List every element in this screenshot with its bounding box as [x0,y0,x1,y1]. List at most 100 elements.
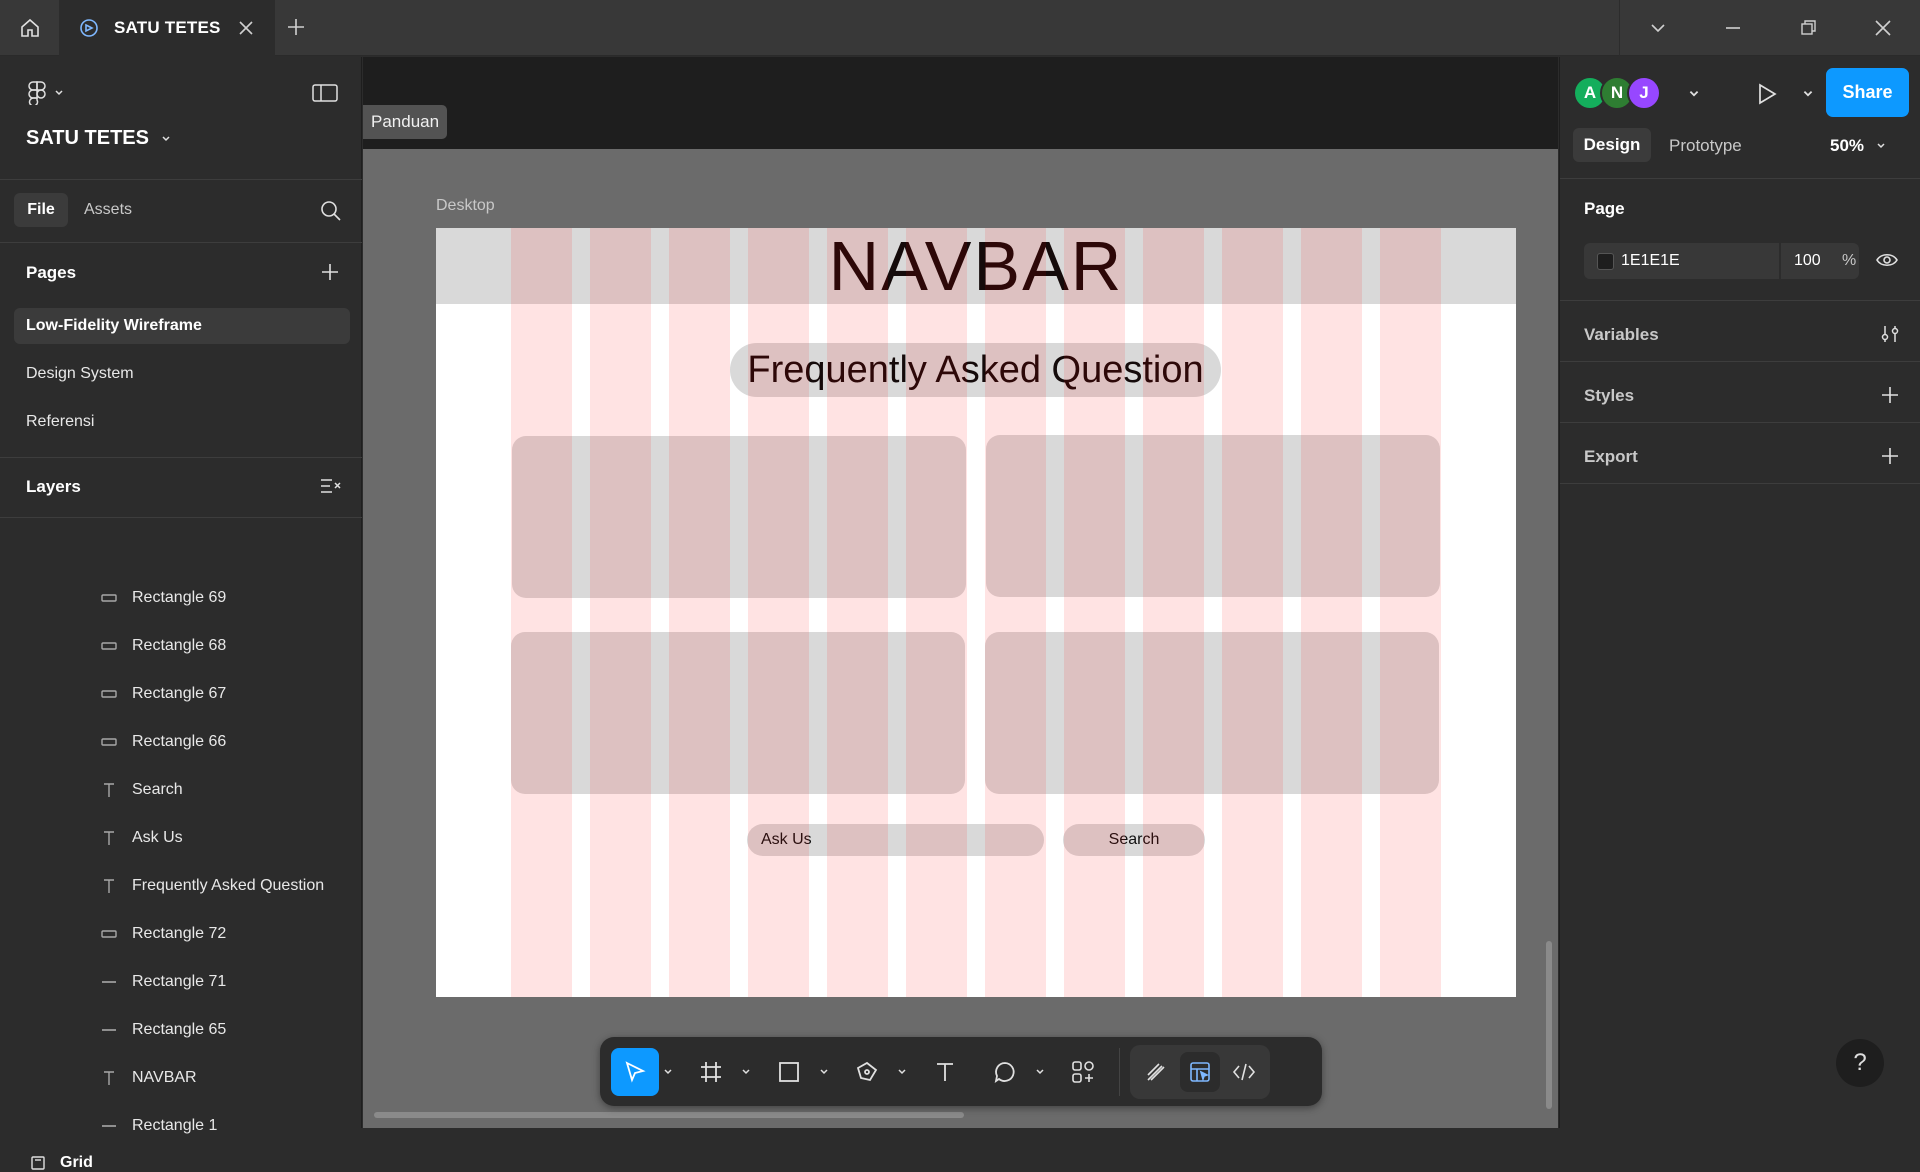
tab-assets[interactable]: Assets [84,201,132,219]
actions-tool-button[interactable] [1057,1048,1109,1096]
layer-item[interactable]: Rectangle 68 [100,628,226,664]
variables-button[interactable] [1880,324,1900,344]
zoom-menu[interactable]: 50% [1830,136,1886,156]
layer-item[interactable]: NAVBAR [100,1060,197,1096]
layer-item[interactable]: Rectangle 66 [100,724,226,760]
layer-frame-grid[interactable]: Grid [30,1154,93,1172]
file-name-menu[interactable]: SATU TETES [26,127,171,150]
share-button[interactable]: Share [1826,68,1909,117]
text-icon [933,1060,957,1084]
right-panel: A N J Share Design Prototype 50% Page 1E… [1559,57,1920,1128]
move-tool-button[interactable] [611,1047,659,1096]
divider [0,242,362,243]
rectangle-tool-button[interactable] [763,1048,815,1096]
navbar-text[interactable]: NAVBAR [436,228,1516,305]
horizontal-scrollbar[interactable] [374,1112,964,1118]
chevron-down-icon [897,1067,907,1077]
present-button[interactable] [1756,82,1778,106]
avatar[interactable]: J [1627,76,1661,110]
help-button[interactable]: ? [1836,1039,1884,1087]
collaborators-menu[interactable] [1688,88,1700,100]
restore-button[interactable] [1770,0,1845,56]
collapse-layers-button[interactable] [320,477,342,495]
toggle-visibility-button[interactable] [1876,252,1898,268]
mode-switcher [1130,1044,1270,1099]
chevron-down-icon [663,1067,673,1077]
page-color-hex[interactable]: 1E1E1E [1621,252,1680,270]
faq-card[interactable] [512,436,966,598]
present-options-menu[interactable] [1802,88,1814,100]
close-tab-icon[interactable] [237,19,255,37]
draw-mode-button[interactable] [1136,1052,1176,1092]
search-label: Search [1108,831,1160,848]
page-opacity-value[interactable]: 100 [1794,252,1821,270]
percent-label: % [1842,252,1857,269]
faq-title[interactable]: Frequently Asked Question [730,343,1221,397]
tab-prototype[interactable]: Prototype [1669,136,1742,156]
faq-card[interactable] [511,632,965,794]
panduan-frame-label[interactable]: Panduan [363,105,448,139]
page-item-referensi[interactable]: Referensi [14,404,350,440]
rectangle-icon [777,1060,801,1084]
layer-item[interactable]: Ask Us [100,820,183,856]
chevron-down-icon [1649,19,1667,37]
layer-item[interactable]: Rectangle 65 [100,1012,226,1048]
main-menu-button[interactable] [26,81,64,105]
page-background-fill[interactable]: 1E1E1E 100 % [1584,243,1859,279]
page-section-title: Page [1584,199,1625,218]
close-window-button[interactable] [1845,0,1920,56]
add-style-button[interactable] [1880,385,1900,405]
layer-item[interactable]: Search [100,772,183,808]
design-mode-button[interactable] [1180,1051,1220,1092]
ask-us-field[interactable]: Ask Us [747,824,1044,856]
page-item-low-fidelity-wireframe[interactable]: Low-Fidelity Wireframe [14,308,350,344]
tabs-dropdown-button[interactable] [1620,0,1695,56]
pen-tool-menu[interactable] [893,1048,911,1096]
page-item-design-system[interactable]: Design System [14,356,350,392]
new-tab-button[interactable] [285,16,307,38]
tab-design[interactable]: Design [1573,128,1651,162]
frame-label[interactable]: Desktop [436,197,495,215]
desktop-frame[interactable]: NAVBAR Frequently Asked Question Ask Us … [436,228,1516,997]
chevron-down-icon [161,134,171,144]
layer-item[interactable]: Frequently Asked Question [100,868,324,904]
faq-card[interactable] [985,632,1439,794]
canvas[interactable]: Panduan Desktop NAVBAR Frequently Asked … [363,57,1558,1128]
minimize-button[interactable] [1695,0,1770,56]
faq-card[interactable] [986,435,1440,597]
layer-item[interactable]: Rectangle 69 [100,580,226,616]
document-tab[interactable]: SATU TETES [60,0,275,56]
layer-item[interactable]: Rectangle 71 [100,964,226,1000]
comment-tool-button[interactable] [979,1048,1031,1096]
home-button[interactable] [0,0,60,56]
search-layers-button[interactable] [320,200,342,222]
cursor-icon [623,1060,647,1084]
line-icon [100,1025,118,1035]
layer-label: Rectangle 71 [132,973,227,990]
vertical-scrollbar[interactable] [1546,941,1552,1109]
comment-tool-menu[interactable] [1031,1048,1049,1096]
add-export-button[interactable] [1880,446,1900,466]
layer-label: Rectangle 69 [132,589,227,606]
shape-tool-menu[interactable] [815,1048,833,1096]
tab-file[interactable]: File [14,193,68,227]
text-icon [100,878,118,894]
layer-item[interactable]: Rectangle 67 [100,676,226,712]
variables-section-title[interactable]: Variables [1584,325,1659,345]
pen-tool-button[interactable] [841,1048,893,1096]
toggle-sidebar-button[interactable] [312,83,338,103]
divider [1560,361,1920,362]
layer-item[interactable]: Rectangle 72 [100,916,226,952]
canvas-top-area [363,57,1558,149]
title-bar: SATU TETES [0,0,1920,56]
frame-tool-button[interactable] [685,1048,737,1096]
add-page-button[interactable] [320,262,340,282]
layer-item[interactable]: Rectangle 1 [100,1108,217,1144]
dev-mode-button[interactable] [1224,1052,1264,1092]
grid-column [669,228,730,997]
color-swatch[interactable] [1597,253,1614,270]
move-tool-menu[interactable] [659,1048,677,1096]
search-field[interactable]: Search [1063,824,1205,856]
text-tool-button[interactable] [919,1048,971,1096]
frame-tool-menu[interactable] [737,1048,755,1096]
